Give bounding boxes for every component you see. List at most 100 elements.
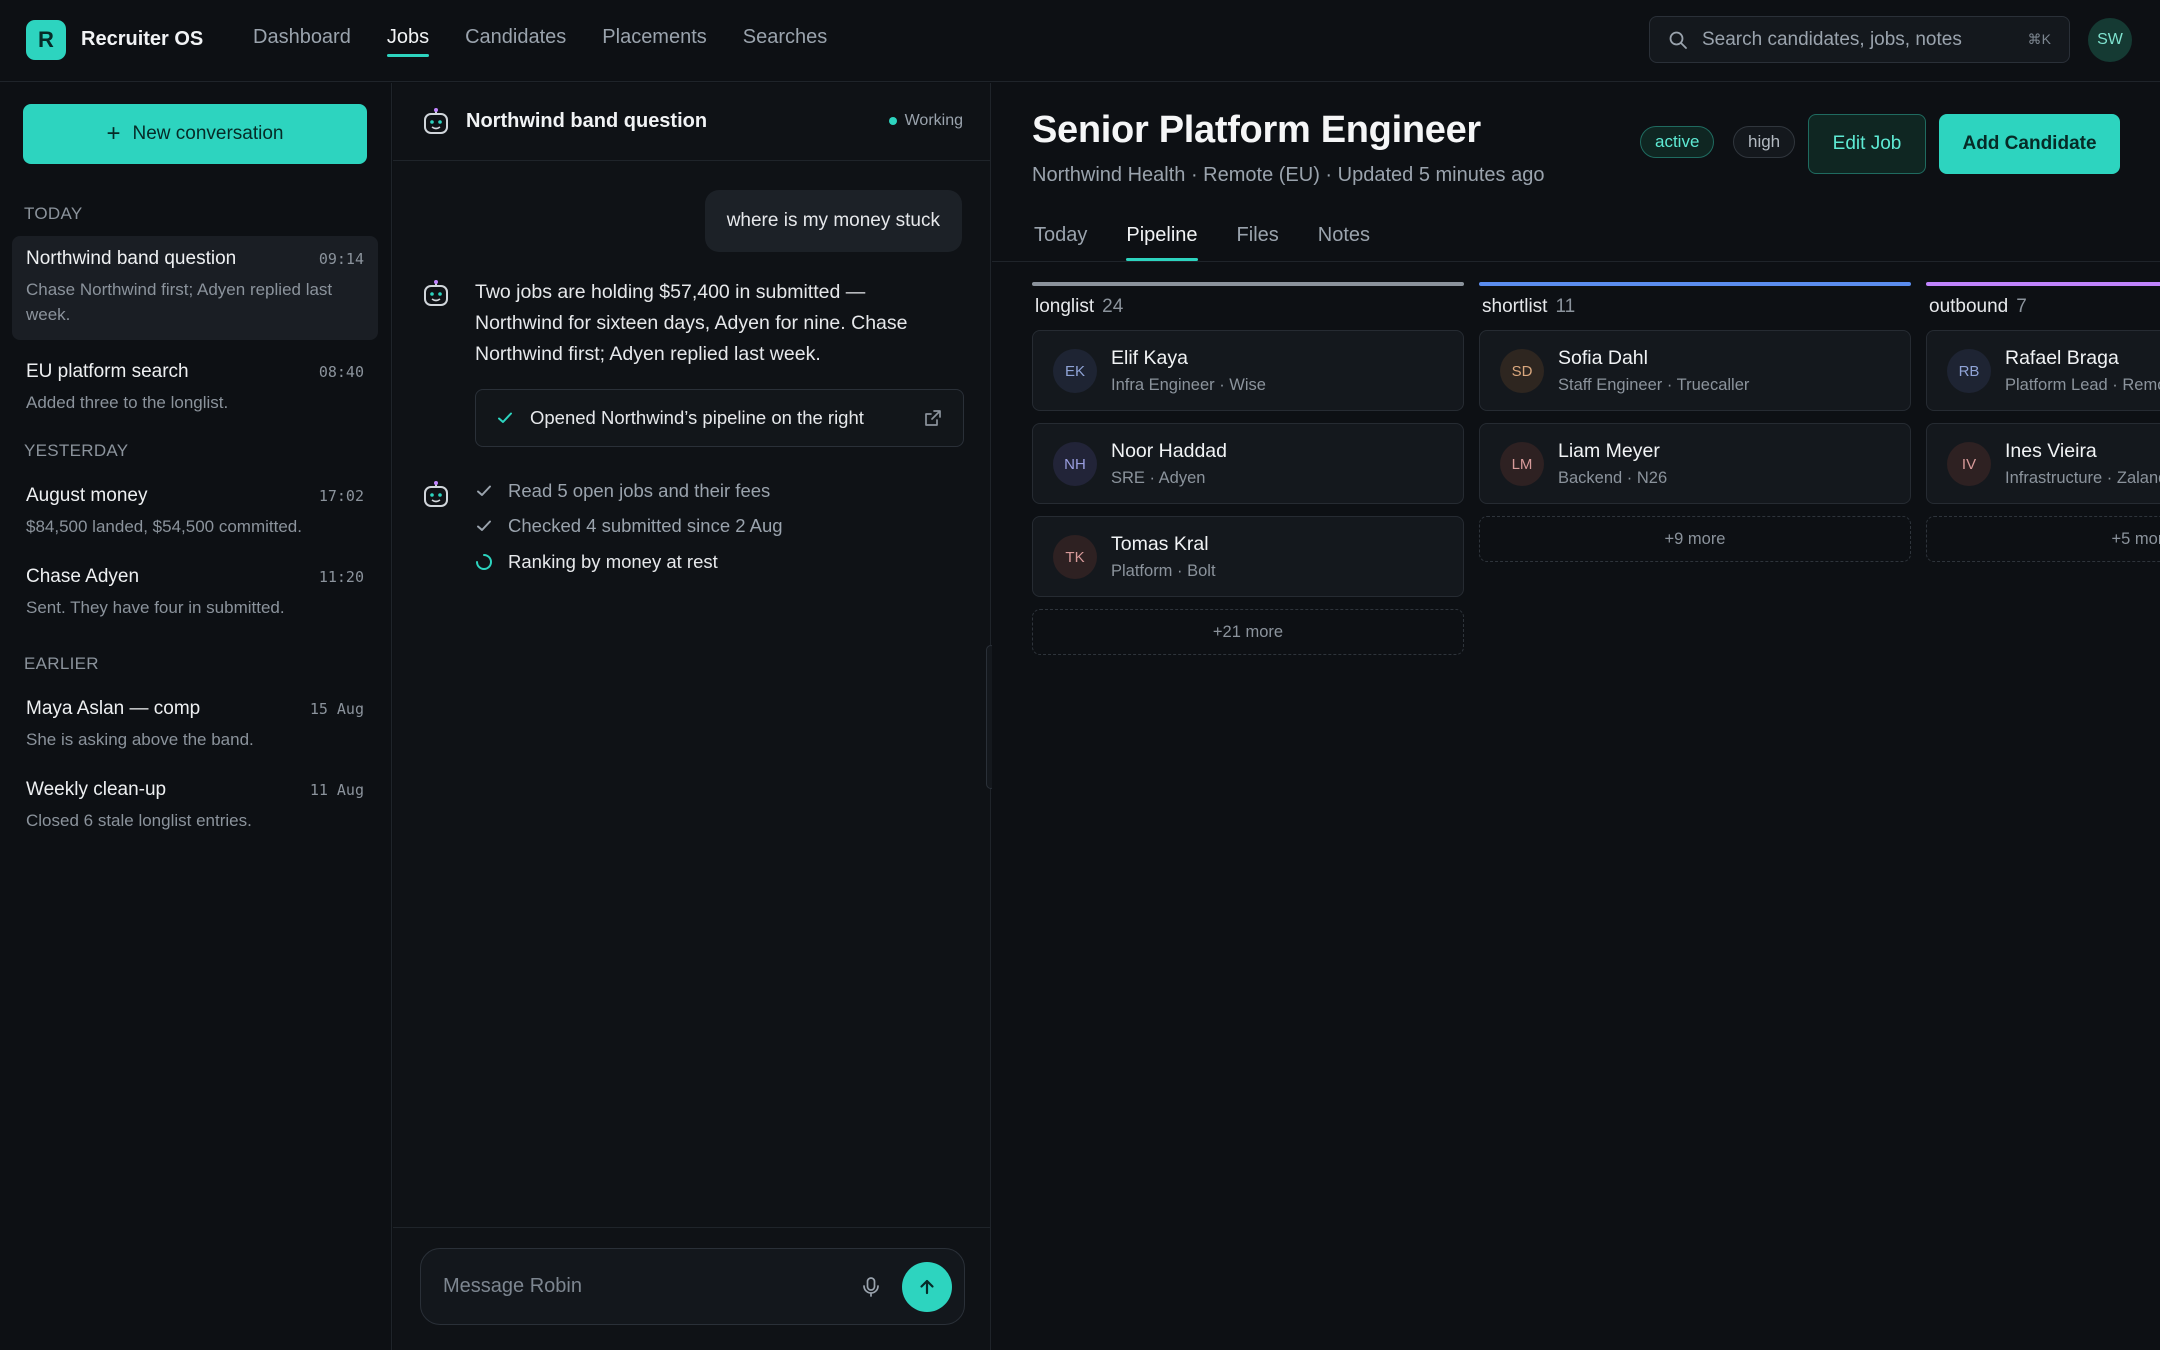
column-color-bar	[1479, 282, 1911, 286]
conversation-item[interactable]: Weekly clean-up 11 Aug Closed 6 stale lo…	[12, 767, 378, 846]
candidate-name: Liam Meyer	[1558, 440, 1660, 462]
group-label-yesterday: YESTERDAY	[24, 441, 129, 460]
new-conversation-button[interactable]: + New conversation	[23, 104, 367, 164]
robot-icon	[424, 481, 448, 507]
conversation-title: EU platform search	[26, 361, 189, 382]
candidate-card[interactable]: TK Tomas Kral Platform · Bolt	[1032, 516, 1464, 597]
conversation-time: 08:40	[318, 363, 364, 381]
step-label: Checked 4 submitted since 2 Aug	[508, 515, 783, 537]
candidate-card[interactable]: RB Rafael Braga Platform Lead · Remote	[1926, 330, 2160, 411]
show-more-button[interactable]: +9 more	[1479, 516, 1911, 562]
job-title: Senior Platform Engineer	[1032, 109, 1481, 151]
pipeline-column-outbound: outbound 7 RB Rafael Braga Platform Lead …	[1926, 282, 2160, 562]
candidate-card[interactable]: IV Ines Vieira Infrastructure · Zalando	[1926, 423, 2160, 504]
conversation-title: Northwind band question	[26, 248, 237, 269]
show-more-button[interactable]: +21 more	[1032, 609, 1464, 655]
column-count: 24	[1102, 296, 1124, 317]
send-button[interactable]	[902, 1261, 952, 1312]
conversation-item[interactable]: Northwind band question 09:14 Chase Nort…	[12, 236, 378, 340]
app-logo[interactable]: R	[26, 20, 66, 60]
check-icon	[477, 520, 491, 532]
candidate-card[interactable]: EK Elif Kaya Infra Engineer · Wise	[1032, 330, 1464, 411]
column-header: longlist 24	[1032, 296, 1464, 318]
conversation-sidebar: + New conversation TODAY Northwind band …	[0, 83, 392, 1350]
conversation-item[interactable]: Chase Adyen 11:20 Sent. They have four i…	[12, 554, 378, 633]
column-color-bar	[1032, 282, 1464, 286]
nav-placements[interactable]: Placements	[602, 26, 707, 53]
candidate-card[interactable]: LM Liam Meyer Backend · N26	[1479, 423, 1911, 504]
avatar: LM	[1500, 442, 1544, 486]
external-link-icon[interactable]	[923, 408, 943, 428]
priority-badge: high	[1733, 126, 1796, 158]
conversation-time: 17:02	[318, 487, 364, 505]
conversation-preview: She is asking above the band.	[26, 730, 254, 749]
tab-pipeline[interactable]: Pipeline	[1126, 224, 1198, 261]
column-name: longlist	[1035, 296, 1095, 317]
avatar: TK	[1053, 535, 1097, 579]
candidate-role: Platform · Bolt	[1111, 562, 1216, 580]
status-label: Working	[904, 112, 963, 129]
message-input[interactable]	[443, 1275, 823, 1298]
chat-panel: Northwind band question Working where is…	[393, 83, 991, 1350]
candidate-role: Infrastructure · Zalando	[2005, 469, 2160, 487]
global-search[interactable]: ⌘K	[1649, 16, 2070, 63]
search-input[interactable]	[1702, 28, 2022, 51]
robot-icon	[424, 280, 448, 306]
column-color-bar	[1926, 282, 2160, 286]
check-icon	[477, 485, 491, 496]
conversation-item[interactable]: Maya Aslan — comp 15 Aug She is asking a…	[12, 686, 378, 765]
step-item: Ranking by money at rest	[475, 544, 783, 580]
user-avatar[interactable]: SW	[2088, 18, 2132, 62]
edit-job-button[interactable]: Edit Job	[1808, 114, 1926, 174]
add-candidate-button[interactable]: Add Candidate	[1939, 114, 2120, 174]
show-more-button[interactable]: +5 more	[1926, 516, 2160, 562]
conversation-preview: Chase Northwind first; Adyen replied las…	[26, 280, 333, 324]
candidate-name: Sofia Dahl	[1558, 347, 1648, 369]
conversation-item[interactable]: EU platform search 08:40 Added three to …	[12, 349, 378, 428]
tab-notes[interactable]: Notes	[1318, 224, 1370, 261]
composer-divider	[393, 1227, 991, 1228]
agent-status: Working	[888, 112, 963, 130]
column-count: 11	[1555, 296, 1576, 317]
check-icon	[498, 412, 512, 423]
candidate-name: Ines Vieira	[2005, 440, 2097, 462]
chat-header: Northwind band question Working	[393, 83, 991, 161]
conversation-preview: Sent. They have four in submitted.	[26, 598, 285, 617]
opened-pipeline-card[interactable]: Opened Northwind’s pipeline on the right	[475, 389, 964, 447]
candidate-role: Backend · N26	[1558, 469, 1668, 487]
step-item: Checked 4 submitted since 2 Aug	[475, 509, 783, 545]
conversation-time: 09:14	[318, 250, 364, 268]
nav-searches[interactable]: Searches	[743, 26, 828, 53]
candidate-card[interactable]: SD Sofia Dahl Staff Engineer · Truecalle…	[1479, 330, 1911, 411]
microphone-icon[interactable]	[860, 1276, 882, 1298]
plus-icon: +	[106, 120, 121, 147]
agent-steps: Read 5 open jobs and their fees Checked …	[475, 473, 783, 580]
conversation-item[interactable]: August money 17:02 $84,500 landed, $54,5…	[12, 473, 378, 552]
nav-jobs[interactable]: Jobs	[386, 26, 430, 57]
step-item: Read 5 open jobs and their fees	[475, 473, 783, 509]
nav-candidates[interactable]: Candidates	[465, 26, 566, 53]
job-meta: Northwind Health · Remote (EU) · Updated…	[1032, 164, 1545, 186]
step-label: Read 5 open jobs and their fees	[508, 479, 771, 501]
candidate-role: SRE · Adyen	[1111, 469, 1206, 487]
message-composer	[420, 1248, 965, 1325]
assistant-message: Two jobs are holding $57,400 in submitte…	[475, 281, 908, 366]
candidate-card[interactable]: NH Noor Haddad SRE · Adyen	[1032, 423, 1464, 504]
tabs-divider	[992, 261, 2160, 262]
candidate-role: Staff Engineer · Truecaller	[1558, 376, 1750, 394]
nav-dashboard[interactable]: Dashboard	[253, 26, 351, 53]
tab-today[interactable]: Today	[1034, 224, 1087, 261]
conversation-time: 11 Aug	[309, 781, 364, 799]
conversation-preview: Closed 6 stale longlist entries.	[26, 811, 252, 830]
chat-title: Northwind band question	[466, 110, 708, 132]
tab-files[interactable]: Files	[1237, 224, 1279, 261]
candidate-name: Noor Haddad	[1111, 440, 1227, 462]
column-name: outbound	[1929, 296, 2009, 317]
avatar: IV	[1947, 442, 1991, 486]
conversation-time: 15 Aug	[309, 700, 364, 718]
avatar: RB	[1947, 349, 1991, 393]
avatar: SD	[1500, 349, 1544, 393]
avatar: EK	[1053, 349, 1097, 393]
status-dot	[888, 117, 897, 125]
pipeline-column-longlist: longlist 24 EK Elif Kaya Infra Engineer ·…	[1032, 282, 1464, 655]
